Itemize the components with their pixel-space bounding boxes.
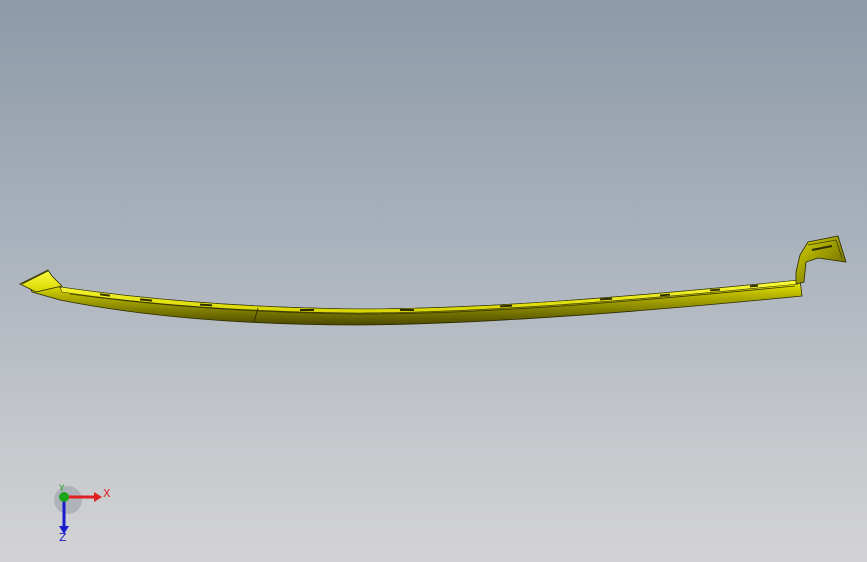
model-3d-part[interactable] [0, 0, 867, 562]
y-axis-label: Y [59, 484, 65, 494]
x-axis-arrow [94, 492, 102, 502]
graphics-viewport[interactable]: X Y Z [0, 0, 867, 562]
right-hook [795, 235, 847, 285]
x-axis-label: X [103, 487, 111, 500]
z-axis-label: Z [59, 531, 67, 544]
coordinate-triad: X Y Z [40, 480, 120, 550]
